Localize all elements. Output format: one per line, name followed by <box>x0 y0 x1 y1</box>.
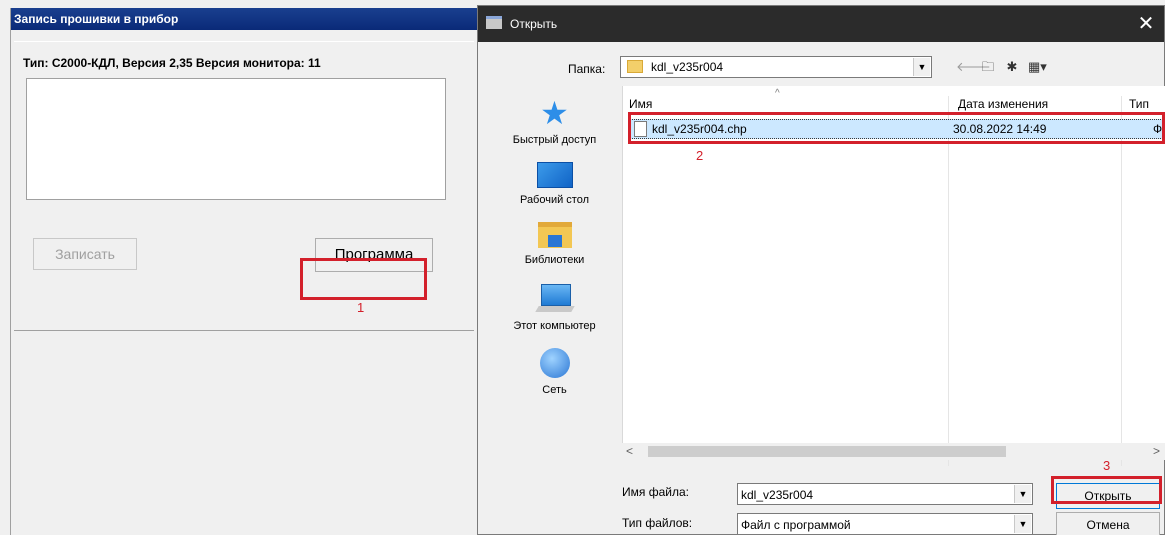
place-label: Библиотеки <box>524 254 585 266</box>
filename-input[interactable]: kdl_v235r004 ▼ <box>737 483 1033 505</box>
place-this-computer[interactable]: Этот компьютер <box>492 284 617 332</box>
scroll-left-icon[interactable]: < <box>626 444 633 458</box>
up-folder-icon[interactable]: 🗀 <box>980 59 996 75</box>
open-file-dialog: Открыть ✕ Папка: kdl_v235r004 ▼ 🡐 🗀 ✱ ▦▾… <box>477 5 1165 535</box>
write-button[interactable]: Записать <box>33 238 137 270</box>
annotation-box-2 <box>628 112 1165 144</box>
view-menu-icon[interactable]: ▦▾ <box>1028 59 1047 75</box>
filename-value: kdl_v235r004 <box>741 488 814 502</box>
back-icon[interactable]: 🡐 <box>956 59 991 75</box>
folder-select[interactable]: kdl_v235r004 ▼ <box>620 56 932 78</box>
log-textarea[interactable] <box>26 78 446 200</box>
scroll-thumb[interactable] <box>648 446 1006 457</box>
desktop-icon <box>536 162 573 188</box>
filetype-label: Тип файлов: <box>622 516 693 530</box>
window-title: Запись прошивки в прибор <box>11 8 478 30</box>
libraries-icon <box>537 222 572 248</box>
navigation-toolbar: 🡐 🗀 ✱ ▦▾ <box>956 58 1047 76</box>
annotation-number-2: 2 <box>696 148 704 163</box>
place-label: Этот компьютер <box>513 320 596 332</box>
annotation-number-3: 3 <box>1103 458 1111 473</box>
column-divider[interactable] <box>948 96 949 466</box>
horizontal-scrollbar[interactable]: < > <box>622 443 1165 460</box>
place-label: Сеть <box>542 384 567 396</box>
star-icon: ★ <box>540 95 569 131</box>
places-bar: ★ Быстрый доступ Рабочий стол Библиотеки… <box>492 86 622 416</box>
chevron-down-icon[interactable]: ▼ <box>1014 485 1031 503</box>
close-icon[interactable]: ✕ <box>1134 12 1158 36</box>
filetype-select[interactable]: Файл с программой ▼ <box>737 513 1033 535</box>
annotation-box-1 <box>300 258 427 300</box>
device-info-label: Тип: С2000-КДЛ, Версия 2,35 Версия монит… <box>23 56 321 70</box>
place-label: Рабочий стол <box>519 194 590 206</box>
column-divider[interactable] <box>1121 96 1122 466</box>
network-icon <box>539 348 570 378</box>
place-network[interactable]: Сеть <box>492 348 617 396</box>
computer-icon <box>537 284 573 314</box>
folder-value: kdl_v235r004 <box>651 60 724 74</box>
dialog-title: Открыть <box>510 17 558 31</box>
chevron-down-icon[interactable]: ▼ <box>913 58 930 76</box>
folder-label: Папка: <box>568 62 606 76</box>
window-icon <box>486 16 502 29</box>
cancel-button[interactable]: Отмена <box>1056 512 1160 535</box>
filename-label: Имя файла: <box>622 485 689 499</box>
chevron-down-icon[interactable]: ▼ <box>1014 515 1031 533</box>
annotation-box-3 <box>1051 476 1162 504</box>
folder-icon <box>627 60 643 73</box>
scroll-right-icon[interactable]: > <box>1153 444 1160 458</box>
dialog-titlebar: Открыть ✕ <box>478 6 1164 42</box>
place-libraries[interactable]: Библиотеки <box>492 222 617 266</box>
filetype-value: Файл с программой <box>741 518 851 532</box>
place-label: Быстрый доступ <box>512 134 597 146</box>
annotation-number-1: 1 <box>357 300 365 315</box>
new-folder-icon[interactable]: ✱ <box>1004 59 1020 75</box>
place-desktop[interactable]: Рабочий стол <box>492 162 617 206</box>
place-quick-access[interactable]: ★ Быстрый доступ <box>492 95 617 146</box>
